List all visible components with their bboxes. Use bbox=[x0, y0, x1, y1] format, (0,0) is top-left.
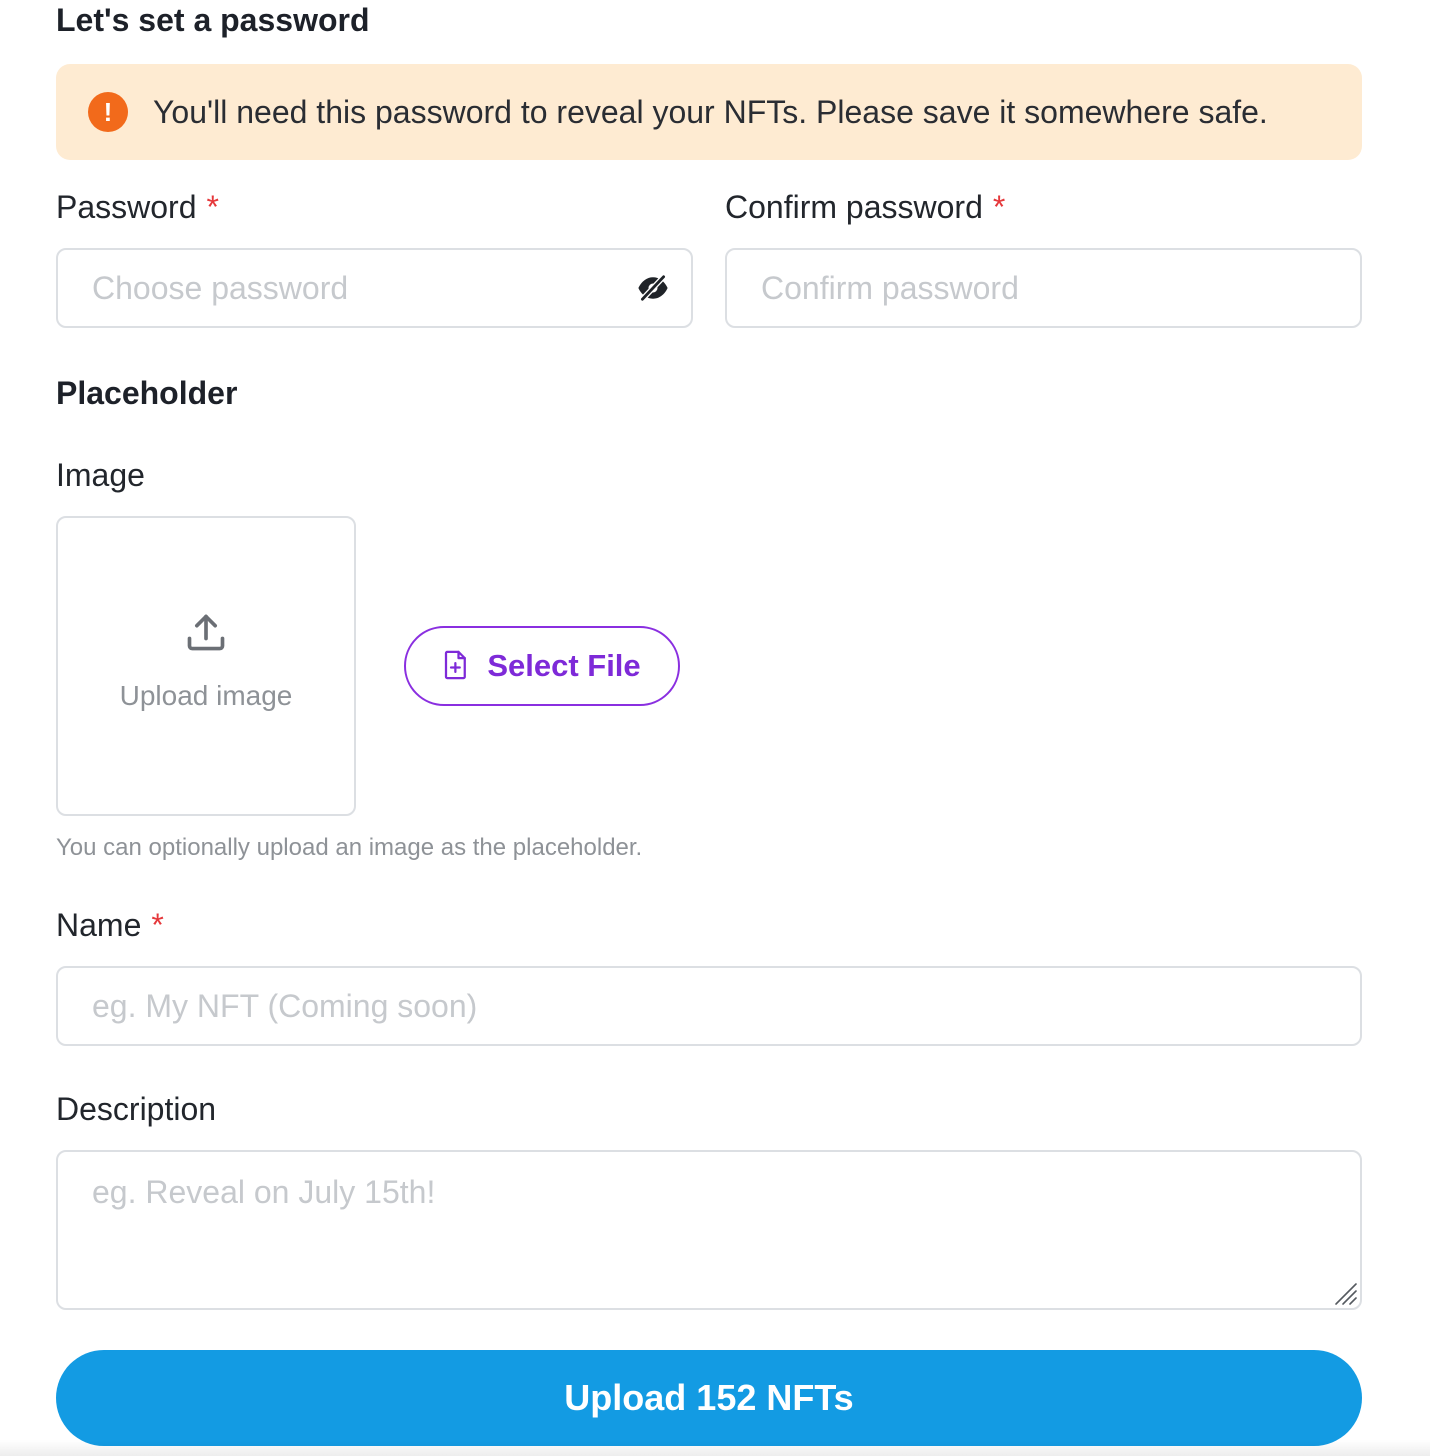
required-mark: * bbox=[151, 907, 164, 943]
eye-off-icon[interactable] bbox=[636, 271, 670, 305]
required-mark: * bbox=[206, 189, 219, 225]
name-label: Name * bbox=[56, 907, 164, 944]
name-label-text: Name bbox=[56, 907, 142, 943]
select-file-button[interactable]: Select File bbox=[404, 626, 680, 706]
description-textarea[interactable] bbox=[56, 1150, 1362, 1310]
upload-nfts-button[interactable]: Upload 152 NFTs bbox=[56, 1350, 1362, 1446]
upload-image-dropzone[interactable]: Upload image bbox=[56, 516, 356, 816]
password-label-text: Password bbox=[56, 189, 197, 225]
bottom-shadow bbox=[0, 1440, 1430, 1456]
image-help-text: You can optionally upload an image as th… bbox=[56, 834, 643, 861]
confirm-password-label: Confirm password * bbox=[725, 189, 1005, 226]
password-input[interactable] bbox=[56, 248, 693, 328]
file-plus-icon bbox=[443, 650, 469, 683]
resize-handle-icon[interactable] bbox=[1330, 1278, 1358, 1306]
select-file-label: Select File bbox=[487, 648, 641, 683]
exclamation-circle-icon: ! bbox=[88, 92, 128, 132]
placeholder-section-title: Placeholder bbox=[56, 375, 238, 411]
set-password-form: Let's set a password ! You'll need this … bbox=[0, 0, 1430, 1456]
confirm-password-label-text: Confirm password bbox=[725, 189, 983, 225]
image-label: Image bbox=[56, 457, 145, 493]
password-warning-alert: ! You'll need this password to reveal yo… bbox=[56, 64, 1362, 160]
confirm-password-input[interactable] bbox=[725, 248, 1362, 328]
alert-message: You'll need this password to reveal your… bbox=[153, 93, 1268, 130]
password-section-title: Let's set a password bbox=[56, 2, 370, 38]
description-label: Description bbox=[56, 1091, 217, 1127]
password-label: Password * bbox=[56, 189, 219, 226]
name-input[interactable] bbox=[56, 966, 1362, 1046]
required-mark: * bbox=[992, 189, 1006, 225]
upload-image-text: Upload image bbox=[119, 679, 293, 711]
upload-icon bbox=[184, 611, 228, 660]
